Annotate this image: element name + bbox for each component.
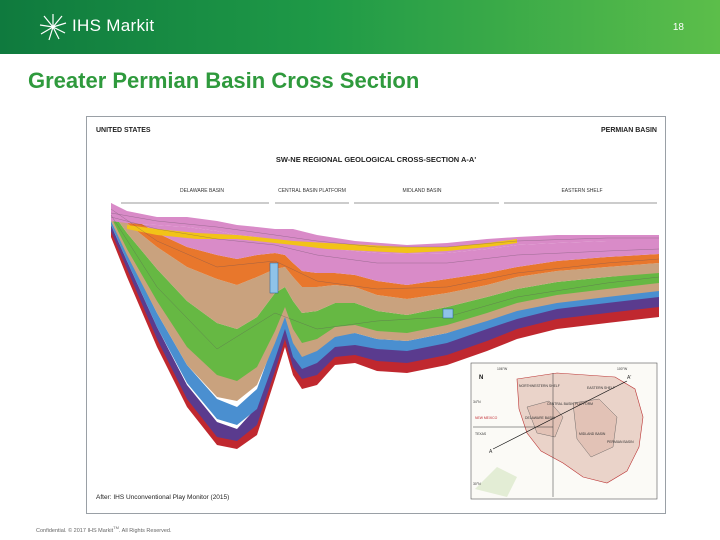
footer-suffix: . All Rights Reserved.: [118, 527, 172, 534]
inset-label: TEXAS: [475, 432, 487, 436]
cross-section-figure: UNITED STATES PERMIAN BASIN SW-NE REGION…: [86, 116, 666, 514]
inset-label: DELAWARE BASIN: [525, 416, 555, 420]
ihs-markit-logo-icon: [39, 14, 67, 41]
inset-label: PERMIAN BASIN: [607, 440, 634, 444]
footer-text: Confidential. © 2017 IHS Markit: [36, 527, 114, 534]
brand-name: IHS Markit: [72, 16, 155, 35]
inset-coord: 100°W: [617, 367, 628, 371]
inset-coord: 106°W: [497, 367, 508, 371]
inset-label: EASTERN SHELF: [587, 386, 615, 390]
north-arrow-icon: N: [479, 375, 483, 381]
inset-location-map: N: [470, 362, 658, 500]
figure-credit: After: IHS Unconventional Play Monitor (…: [96, 494, 230, 501]
inset-label: NORTHWESTERN SHELF: [519, 384, 560, 388]
slide-title: Greater Permian Basin Cross Section: [28, 68, 420, 93]
header-bar: IHS Markit 18: [0, 0, 720, 54]
inset-label: CENTRAL BASIN PLATFORM: [547, 402, 593, 406]
page-number: 18: [672, 22, 684, 33]
inset-label-a-prime: A': [627, 375, 631, 381]
footer-copyright: Confidential. © 2017 IHS MarkitTM. All R…: [36, 525, 171, 534]
inset-label: MIDLAND BASIN: [579, 432, 606, 436]
cross-section-diagram: N NORTHWESTERN SHELF EASTERN SHELF DELAW…: [110, 202, 660, 500]
inset-coord: 30°N: [473, 482, 481, 486]
inset-coord: 34°N: [473, 400, 481, 404]
inset-label: NEW MEXICO: [475, 416, 498, 420]
